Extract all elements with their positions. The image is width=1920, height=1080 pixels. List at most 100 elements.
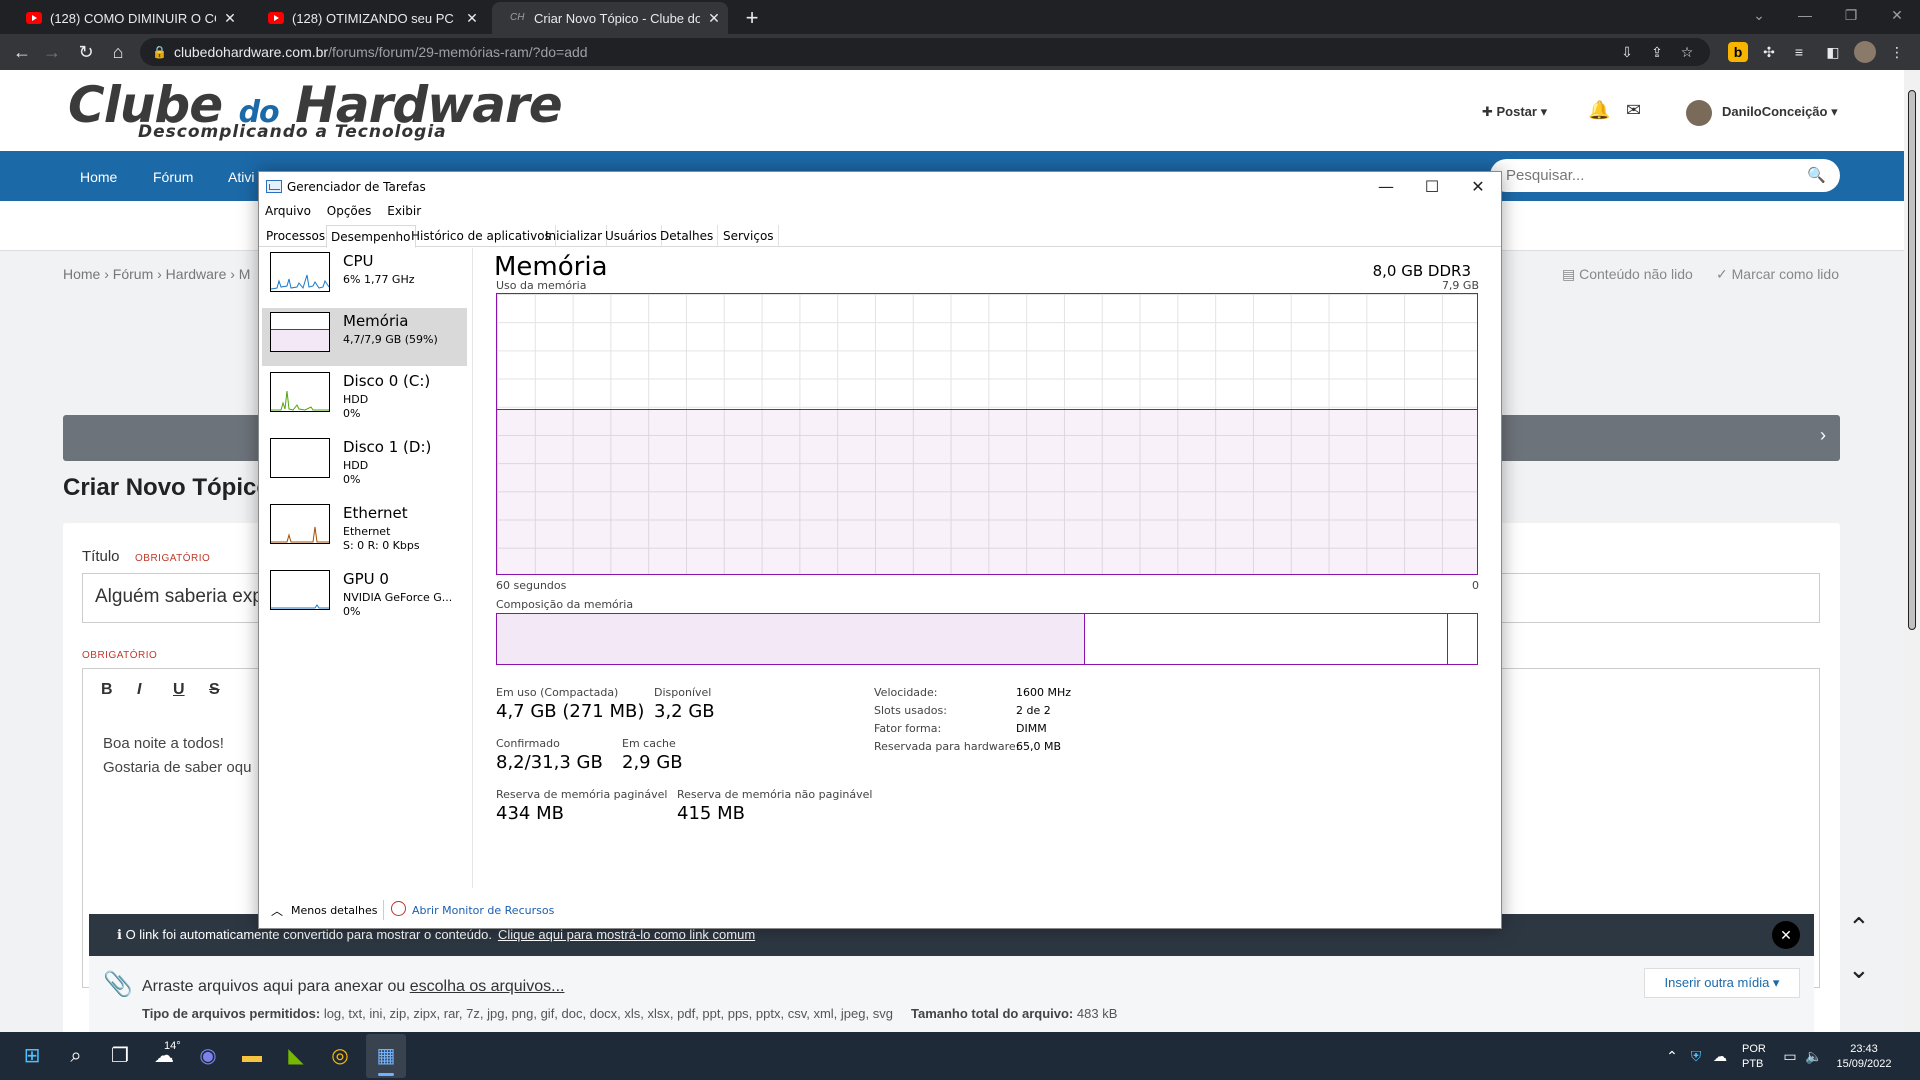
page-scrollbar[interactable] bbox=[1904, 70, 1920, 1032]
share-icon[interactable]: ⇪ bbox=[1644, 38, 1670, 66]
minimize-button[interactable]: — bbox=[1363, 172, 1409, 202]
scroll-up-icon[interactable]: ⌃ bbox=[1848, 912, 1870, 943]
side-sub: S: 0 R: 0 Kbps bbox=[343, 539, 420, 552]
fewer-details-button[interactable]: Menos detalhes bbox=[291, 904, 378, 917]
search-icon[interactable]: 🔍 bbox=[1807, 159, 1826, 192]
file-explorer-icon[interactable]: ▬ bbox=[236, 1040, 268, 1072]
attachments-area[interactable]: 📎 Arraste arquivos aqui para anexar ou e… bbox=[89, 956, 1814, 1032]
post-button[interactable]: ✚ Postar ▾ bbox=[1482, 104, 1547, 120]
chevron-right-icon[interactable]: › bbox=[1820, 425, 1826, 446]
mark-read-link[interactable]: ✓ Marcar como lido bbox=[1716, 266, 1839, 283]
nav-activity[interactable]: Ativi bbox=[228, 169, 254, 185]
tab-detalhes[interactable]: Detalhes bbox=[656, 225, 719, 247]
sidebar-item-disco0[interactable]: Disco 0 (C:) HDD 0% bbox=[262, 368, 467, 426]
browser-tab[interactable]: (128) COMO DIMINUIR O CONSU ✕ bbox=[8, 2, 244, 34]
task-view-icon[interactable]: ❐ bbox=[104, 1040, 136, 1072]
clock-time[interactable]: 23:43 bbox=[1836, 1043, 1892, 1055]
menu-exibir[interactable]: Exibir bbox=[387, 204, 421, 218]
bookmark-star-icon[interactable]: ☆ bbox=[1674, 38, 1700, 66]
user-avatar[interactable] bbox=[1686, 100, 1712, 126]
strikethrough-button[interactable]: S bbox=[209, 681, 220, 699]
volume-icon[interactable]: 🔈 bbox=[1798, 1040, 1830, 1072]
tab-usuarios[interactable]: Usuários bbox=[601, 225, 662, 247]
breadcrumb[interactable]: Home › Fórum › Hardware › M bbox=[63, 266, 250, 282]
chrome-icon[interactable]: ◎ bbox=[324, 1040, 356, 1072]
messages-envelope-icon[interactable]: ✉ bbox=[1626, 100, 1641, 121]
extensions-puzzle-icon[interactable]: ✣ bbox=[1756, 39, 1782, 65]
close-notice-icon[interactable]: ✕ bbox=[1772, 921, 1800, 949]
unread-content-link[interactable]: ▤ Conteúdo não lido bbox=[1562, 266, 1693, 283]
unread-label: Conteúdo não lido bbox=[1579, 266, 1693, 282]
tab-historico[interactable]: Histórico de aplicativos bbox=[407, 225, 556, 247]
install-app-icon[interactable]: ⇩ bbox=[1614, 38, 1640, 66]
memory-type: 8,0 GB DDR3 bbox=[1372, 262, 1471, 280]
browser-tab-active[interactable]: CH Criar Novo Tópico - Clube do Ha ✕ bbox=[492, 2, 728, 34]
reload-icon[interactable]: ↻ bbox=[72, 38, 100, 66]
chevron-up-icon[interactable]: ︿ bbox=[271, 902, 283, 919]
close-tab-icon[interactable]: ✕ bbox=[458, 10, 486, 27]
tab-search-icon[interactable]: ⌄ bbox=[1736, 0, 1782, 30]
bold-button[interactable]: B bbox=[101, 681, 113, 699]
underline-button[interactable]: U bbox=[173, 681, 185, 699]
back-arrow-icon[interactable]: ← bbox=[8, 38, 36, 66]
nvidia-icon[interactable]: ◣ bbox=[280, 1040, 312, 1072]
gpu-mini-graph bbox=[270, 570, 330, 610]
sidebar-item-disco1[interactable]: Disco 1 (D:) HDD 0% bbox=[262, 434, 467, 492]
task-manager-titlebar[interactable]: Gerenciador de Tarefas — ☐ ✕ bbox=[259, 172, 1501, 202]
scrollbar-thumb[interactable] bbox=[1908, 90, 1916, 630]
task-manager-taskbar-icon[interactable]: ▦ bbox=[370, 1040, 402, 1072]
side-sub: HDD bbox=[343, 393, 369, 406]
address-bar[interactable]: 🔒 clubedohardware.com.br/forums/forum/29… bbox=[140, 38, 1710, 66]
in-use-value: 4,7 GB (271 MB) bbox=[496, 701, 645, 722]
close-button[interactable]: ✕ bbox=[1455, 172, 1501, 202]
nav-forum[interactable]: Fórum bbox=[153, 169, 193, 185]
teams-chat-icon[interactable]: ◉ bbox=[192, 1040, 224, 1072]
sidebar-item-ethernet[interactable]: Ethernet Ethernet S: 0 R: 0 Kbps bbox=[262, 500, 467, 558]
extension-b-icon[interactable]: b bbox=[1728, 42, 1748, 62]
menu-opcoes[interactable]: Opções bbox=[327, 204, 372, 218]
search-icon[interactable]: ⌕ bbox=[60, 1040, 92, 1072]
side-sub: 0% bbox=[343, 473, 361, 486]
choose-files-link[interactable]: escolha os arquivos... bbox=[410, 978, 565, 995]
maximize-button[interactable]: ☐ bbox=[1409, 172, 1455, 202]
browser-menu-icon[interactable]: ⋮ bbox=[1884, 39, 1910, 65]
keyboard-layout[interactable]: PTB bbox=[1742, 1058, 1763, 1070]
title-label: Título bbox=[82, 548, 120, 565]
home-icon[interactable]: ⌂ bbox=[104, 38, 132, 66]
menu-arquivo[interactable]: Arquivo bbox=[265, 204, 311, 218]
restore-window-button[interactable]: ❐ bbox=[1828, 0, 1874, 30]
close-window-button[interactable]: ✕ bbox=[1874, 0, 1920, 30]
sidebar-item-gpu0[interactable]: GPU 0 NVIDIA GeForce G... 0% bbox=[262, 566, 467, 624]
clock-date[interactable]: 15/09/2022 bbox=[1836, 1058, 1892, 1070]
scroll-down-icon[interactable]: ⌄ bbox=[1848, 954, 1870, 985]
user-menu[interactable]: DaniloConceição ▾ bbox=[1722, 104, 1838, 120]
site-search-input[interactable]: Pesquisar... 🔍 bbox=[1490, 159, 1840, 192]
insert-media-label: Inserir outra mídia bbox=[1664, 975, 1770, 990]
browser-tab[interactable]: (128) OTIMIZANDO seu PC com ✕ bbox=[250, 2, 486, 34]
tab-processos[interactable]: Processos bbox=[262, 225, 331, 247]
tab-inicializar[interactable]: Inicializar bbox=[541, 225, 608, 247]
nav-home[interactable]: Home bbox=[80, 169, 117, 185]
forward-arrow-icon[interactable]: → bbox=[38, 38, 66, 66]
close-tab-icon[interactable]: ✕ bbox=[216, 10, 244, 27]
close-tab-icon[interactable]: ✕ bbox=[700, 10, 728, 27]
profile-avatar[interactable] bbox=[1854, 41, 1876, 63]
show-as-link-link[interactable]: Clique aqui para mostrá-lo como link com… bbox=[498, 927, 755, 942]
memory-mini-graph bbox=[270, 312, 330, 352]
paperclip-icon: 📎 bbox=[103, 971, 133, 998]
onedrive-cloud-icon[interactable]: ☁ bbox=[1704, 1040, 1736, 1072]
new-tab-button[interactable]: + bbox=[738, 4, 766, 32]
open-resource-monitor-link[interactable]: Abrir Monitor de Recursos bbox=[412, 904, 554, 917]
tab-desempenho[interactable]: Desempenho bbox=[326, 225, 416, 248]
sidebar-item-memoria[interactable]: Memória 4,7/7,9 GB (59%) bbox=[262, 308, 467, 366]
insert-media-button[interactable]: Inserir outra mídia ▾ bbox=[1644, 968, 1800, 998]
sidebar-item-cpu[interactable]: CPU 6% 1,77 GHz bbox=[262, 248, 467, 306]
input-language[interactable]: POR bbox=[1742, 1043, 1766, 1055]
minimize-window-button[interactable]: — bbox=[1782, 0, 1828, 30]
tab-servicos[interactable]: Serviços bbox=[719, 225, 779, 247]
side-panel-icon[interactable]: ◧ bbox=[1820, 39, 1846, 65]
start-windows-icon[interactable]: ⊞ bbox=[16, 1040, 48, 1072]
notifications-bell-icon[interactable]: 🔔 bbox=[1588, 100, 1610, 121]
reading-list-icon[interactable]: ≡ bbox=[1786, 39, 1812, 65]
italic-button[interactable]: I bbox=[137, 681, 141, 699]
